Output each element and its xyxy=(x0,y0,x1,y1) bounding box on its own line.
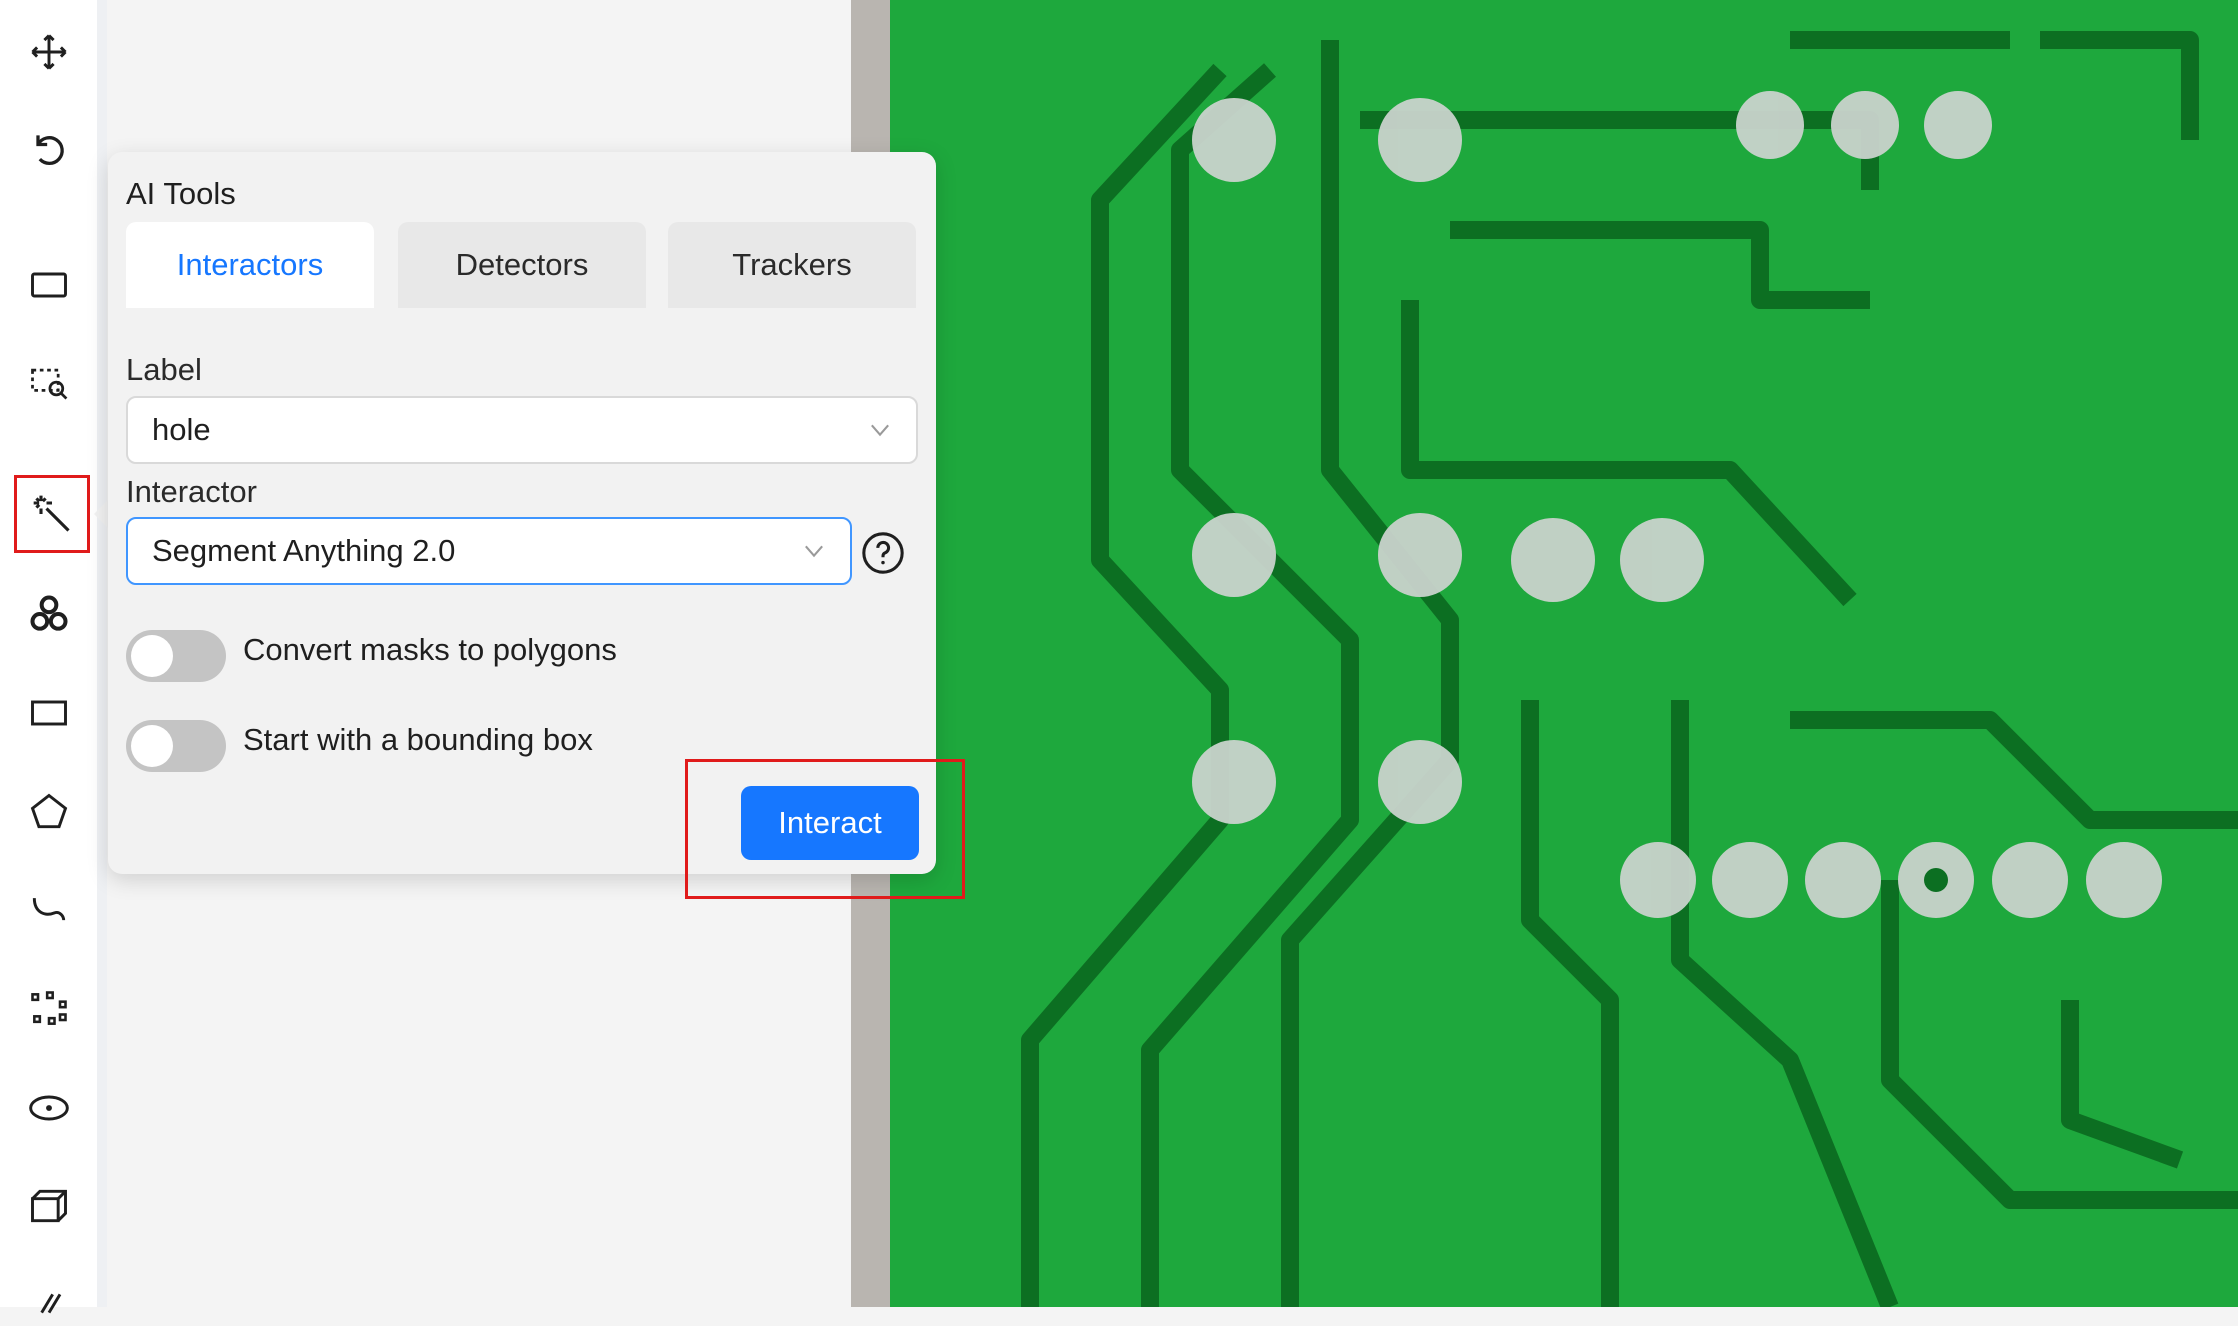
label-select[interactable]: hole xyxy=(126,396,918,464)
label-select-value: hole xyxy=(152,412,211,447)
left-toolbar xyxy=(0,0,97,1314)
switch-knob xyxy=(131,725,173,767)
tab-detectors[interactable]: Detectors xyxy=(398,222,646,308)
popover-title: AI Tools xyxy=(126,176,236,211)
tab-interactors[interactable]: Interactors xyxy=(126,222,374,308)
interactor-select[interactable]: Segment Anything 2.0 xyxy=(126,517,852,585)
rectangle-icon[interactable] xyxy=(21,685,77,741)
switch-knob xyxy=(131,635,173,677)
popover-arrow xyxy=(94,500,108,528)
tab-trackers[interactable]: Trackers xyxy=(668,222,916,308)
polygon-icon[interactable] xyxy=(21,784,77,840)
chevron-down-icon xyxy=(871,424,889,437)
cuboid-icon[interactable] xyxy=(21,1178,77,1234)
interactor-field-label: Interactor xyxy=(126,474,257,509)
chevron-down-icon xyxy=(805,545,823,558)
convert-masks-switch[interactable] xyxy=(126,630,226,682)
fit-screen-icon[interactable] xyxy=(21,257,77,313)
tag-icon[interactable] xyxy=(21,1270,77,1326)
points-icon[interactable] xyxy=(21,981,77,1037)
openvino-icon[interactable] xyxy=(21,586,77,642)
undo-icon[interactable] xyxy=(21,122,77,178)
polyline-icon[interactable] xyxy=(21,883,77,939)
toolbar-divider xyxy=(97,0,107,1307)
interactor-select-value: Segment Anything 2.0 xyxy=(152,533,456,568)
convert-masks-label: Convert masks to polygons xyxy=(243,632,617,667)
magic-wand-icon[interactable] xyxy=(14,475,90,553)
bounding-box-label: Start with a bounding box xyxy=(243,722,593,757)
interact-button-highlight xyxy=(685,759,965,899)
ellipse-icon[interactable] xyxy=(21,1080,77,1136)
zoom-region-icon[interactable] xyxy=(21,355,77,411)
bounding-box-switch[interactable] xyxy=(126,720,226,772)
label-field-label: Label xyxy=(126,352,202,387)
move-icon[interactable] xyxy=(21,24,77,80)
pcb-image[interactable] xyxy=(890,0,2238,1307)
help-icon[interactable] xyxy=(860,530,906,576)
